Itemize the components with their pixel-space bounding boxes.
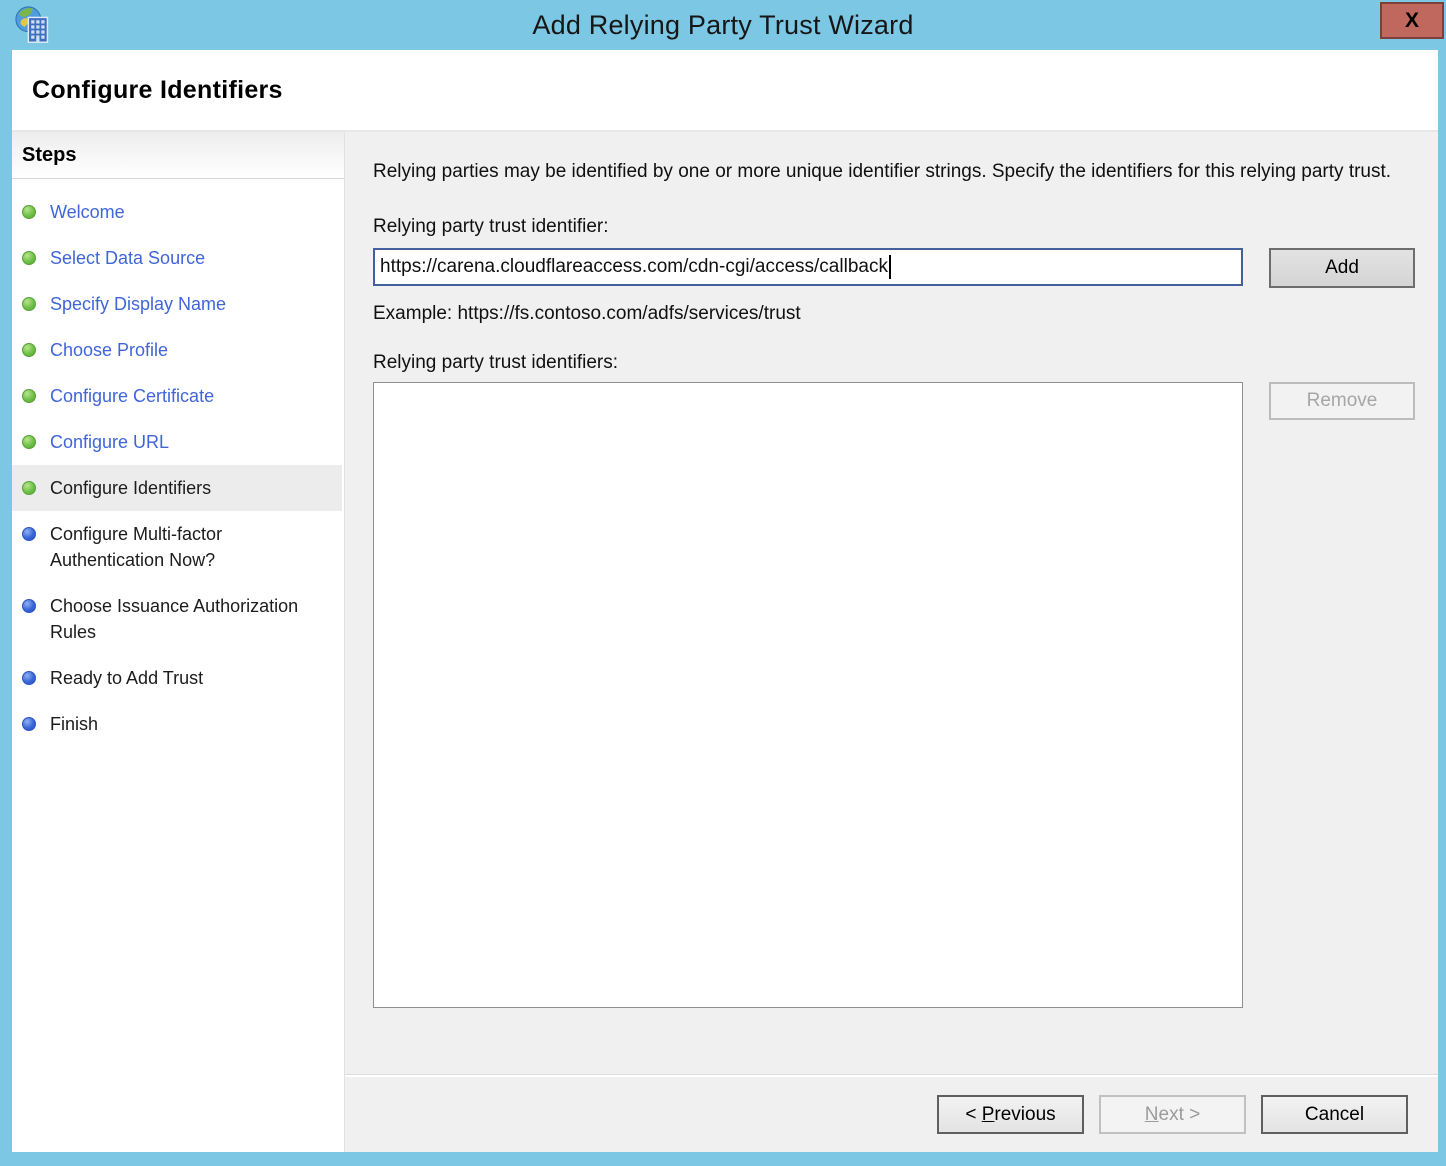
identifier-input[interactable]: https://carena.cloudflareaccess.com/cdn-… (373, 248, 1243, 286)
previous-button[interactable]: < Previous (937, 1095, 1084, 1134)
wizard-window: Add Relying Party Trust Wizard X Configu… (0, 0, 1446, 1166)
close-icon: X (1405, 10, 1419, 31)
step-welcome[interactable]: Welcome (12, 189, 342, 235)
step-done-bullet-icon (22, 251, 36, 265)
steps-title: Steps (22, 144, 76, 167)
example-text: Example: https://fs.contoso.com/adfs/ser… (373, 303, 1415, 325)
identifiers-list-label: Relying party trust identifiers: (373, 352, 1415, 374)
step-configure-certificate[interactable]: Configure Certificate (12, 373, 342, 419)
step-pending-bullet-icon (22, 599, 36, 613)
step-pending-bullet-icon (22, 527, 36, 541)
step-done-bullet-icon (22, 435, 36, 449)
main-area: Steps Welcome Select Data Source Specify… (12, 132, 1438, 1152)
steps-header: Steps (12, 132, 344, 179)
identifiers-list-row: Remove (373, 382, 1415, 1008)
page-title: Configure Identifiers (32, 76, 283, 105)
steps-sidebar: Steps Welcome Select Data Source Specify… (12, 132, 345, 1152)
add-button[interactable]: Add (1269, 248, 1415, 288)
identifier-input-row: https://carena.cloudflareaccess.com/cdn-… (373, 248, 1415, 288)
step-choose-profile[interactable]: Choose Profile (12, 327, 342, 373)
step-pending-bullet-icon (22, 671, 36, 685)
step-configure-identifiers[interactable]: Configure Identifiers (12, 465, 342, 511)
close-button[interactable]: X (1380, 2, 1444, 39)
step-pending-bullet-icon (22, 717, 36, 731)
page-header: Configure Identifiers (12, 50, 1438, 132)
step-configure-mfa: Configure Multi-factor Authentication No… (12, 511, 342, 583)
content-panel: Relying parties may be identified by one… (345, 132, 1438, 1152)
footer-bar: < Previous Next > Cancel (345, 1075, 1438, 1152)
step-specify-display-name[interactable]: Specify Display Name (12, 281, 342, 327)
text-caret (889, 255, 891, 279)
identifiers-listbox[interactable] (373, 382, 1243, 1008)
step-choose-issuance-rules: Choose Issuance Authorization Rules (12, 583, 342, 655)
identifier-label: Relying party trust identifier: (373, 216, 1415, 238)
cancel-button[interactable]: Cancel (1261, 1095, 1408, 1134)
titlebar: Add Relying Party Trust Wizard X (0, 0, 1446, 50)
step-done-bullet-icon (22, 481, 36, 495)
step-ready-to-add-trust: Ready to Add Trust (12, 655, 342, 701)
step-done-bullet-icon (22, 343, 36, 357)
step-select-data-source[interactable]: Select Data Source (12, 235, 342, 281)
remove-button[interactable]: Remove (1269, 382, 1415, 420)
step-done-bullet-icon (22, 389, 36, 403)
step-done-bullet-icon (22, 297, 36, 311)
adfs-wizard-icon (14, 5, 56, 47)
step-finish: Finish (12, 701, 342, 747)
content-inner: Relying parties may be identified by one… (345, 132, 1438, 1075)
step-done-bullet-icon (22, 205, 36, 219)
next-button[interactable]: Next > (1099, 1095, 1246, 1134)
steps-list: Welcome Select Data Source Specify Displ… (12, 189, 344, 747)
identifier-input-value: https://carena.cloudflareaccess.com/cdn-… (380, 256, 888, 278)
step-configure-url[interactable]: Configure URL (12, 419, 342, 465)
page-description: Relying parties may be identified by one… (373, 158, 1403, 185)
window-body: Configure Identifiers Steps Welcome Sele… (12, 50, 1438, 1152)
window-title: Add Relying Party Trust Wizard (532, 10, 913, 41)
